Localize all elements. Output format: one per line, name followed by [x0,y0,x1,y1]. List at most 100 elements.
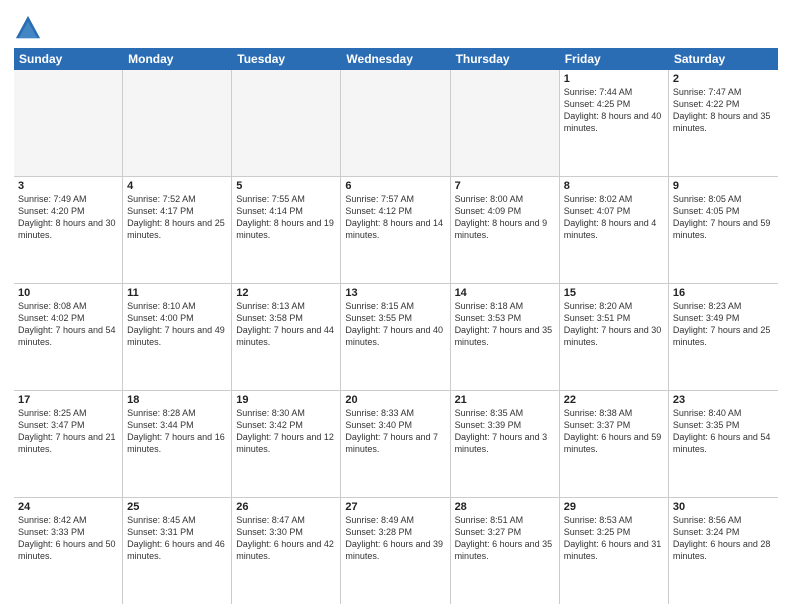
cell-info: Sunrise: 8:45 AM Sunset: 3:31 PM Dayligh… [127,514,227,563]
calendar-header-cell: Sunday [14,48,123,70]
calendar-cell: 18Sunrise: 8:28 AM Sunset: 3:44 PM Dayli… [123,391,232,497]
calendar-week: 24Sunrise: 8:42 AM Sunset: 3:33 PM Dayli… [14,498,778,604]
day-number: 28 [455,501,555,513]
day-number: 29 [564,501,664,513]
day-number: 12 [236,287,336,299]
calendar-cell-empty [451,70,560,176]
calendar: SundayMondayTuesdayWednesdayThursdayFrid… [14,48,778,604]
cell-info: Sunrise: 7:49 AM Sunset: 4:20 PM Dayligh… [18,193,118,242]
logo-icon [14,14,42,42]
day-number: 6 [345,180,445,192]
cell-info: Sunrise: 8:02 AM Sunset: 4:07 PM Dayligh… [564,193,664,242]
calendar-cell: 9Sunrise: 8:05 AM Sunset: 4:05 PM Daylig… [669,177,778,283]
calendar-cell: 20Sunrise: 8:33 AM Sunset: 3:40 PM Dayli… [341,391,450,497]
calendar-header-cell: Saturday [669,48,778,70]
calendar-cell: 6Sunrise: 7:57 AM Sunset: 4:12 PM Daylig… [341,177,450,283]
calendar-cell: 19Sunrise: 8:30 AM Sunset: 3:42 PM Dayli… [232,391,341,497]
day-number: 7 [455,180,555,192]
cell-info: Sunrise: 7:52 AM Sunset: 4:17 PM Dayligh… [127,193,227,242]
calendar-header-cell: Tuesday [232,48,341,70]
calendar-cell-empty [341,70,450,176]
day-number: 26 [236,501,336,513]
day-number: 24 [18,501,118,513]
calendar-cell: 16Sunrise: 8:23 AM Sunset: 3:49 PM Dayli… [669,284,778,390]
day-number: 5 [236,180,336,192]
cell-info: Sunrise: 8:20 AM Sunset: 3:51 PM Dayligh… [564,300,664,349]
cell-info: Sunrise: 8:49 AM Sunset: 3:28 PM Dayligh… [345,514,445,563]
calendar-cell: 7Sunrise: 8:00 AM Sunset: 4:09 PM Daylig… [451,177,560,283]
cell-info: Sunrise: 8:10 AM Sunset: 4:00 PM Dayligh… [127,300,227,349]
day-number: 9 [673,180,774,192]
day-number: 27 [345,501,445,513]
day-number: 25 [127,501,227,513]
cell-info: Sunrise: 8:23 AM Sunset: 3:49 PM Dayligh… [673,300,774,349]
day-number: 10 [18,287,118,299]
calendar-cell: 10Sunrise: 8:08 AM Sunset: 4:02 PM Dayli… [14,284,123,390]
cell-info: Sunrise: 8:08 AM Sunset: 4:02 PM Dayligh… [18,300,118,349]
calendar-cell: 28Sunrise: 8:51 AM Sunset: 3:27 PM Dayli… [451,498,560,604]
calendar-cell: 1Sunrise: 7:44 AM Sunset: 4:25 PM Daylig… [560,70,669,176]
day-number: 30 [673,501,774,513]
cell-info: Sunrise: 8:15 AM Sunset: 3:55 PM Dayligh… [345,300,445,349]
day-number: 13 [345,287,445,299]
cell-info: Sunrise: 7:55 AM Sunset: 4:14 PM Dayligh… [236,193,336,242]
calendar-header-cell: Thursday [451,48,560,70]
calendar-cell: 23Sunrise: 8:40 AM Sunset: 3:35 PM Dayli… [669,391,778,497]
cell-info: Sunrise: 8:30 AM Sunset: 3:42 PM Dayligh… [236,407,336,456]
calendar-cell-empty [123,70,232,176]
day-number: 3 [18,180,118,192]
cell-info: Sunrise: 8:47 AM Sunset: 3:30 PM Dayligh… [236,514,336,563]
calendar-header-cell: Friday [560,48,669,70]
calendar-cell: 14Sunrise: 8:18 AM Sunset: 3:53 PM Dayli… [451,284,560,390]
cell-info: Sunrise: 8:42 AM Sunset: 3:33 PM Dayligh… [18,514,118,563]
day-number: 4 [127,180,227,192]
day-number: 23 [673,394,774,406]
calendar-week: 17Sunrise: 8:25 AM Sunset: 3:47 PM Dayli… [14,391,778,498]
calendar-cell: 27Sunrise: 8:49 AM Sunset: 3:28 PM Dayli… [341,498,450,604]
day-number: 11 [127,287,227,299]
cell-info: Sunrise: 8:35 AM Sunset: 3:39 PM Dayligh… [455,407,555,456]
calendar-header-cell: Monday [123,48,232,70]
day-number: 16 [673,287,774,299]
day-number: 1 [564,73,664,85]
cell-info: Sunrise: 8:33 AM Sunset: 3:40 PM Dayligh… [345,407,445,456]
cell-info: Sunrise: 8:53 AM Sunset: 3:25 PM Dayligh… [564,514,664,563]
cell-info: Sunrise: 8:00 AM Sunset: 4:09 PM Dayligh… [455,193,555,242]
calendar-cell: 24Sunrise: 8:42 AM Sunset: 3:33 PM Dayli… [14,498,123,604]
calendar-cell: 30Sunrise: 8:56 AM Sunset: 3:24 PM Dayli… [669,498,778,604]
day-number: 15 [564,287,664,299]
calendar-cell: 13Sunrise: 8:15 AM Sunset: 3:55 PM Dayli… [341,284,450,390]
calendar-week: 10Sunrise: 8:08 AM Sunset: 4:02 PM Dayli… [14,284,778,391]
calendar-cell: 17Sunrise: 8:25 AM Sunset: 3:47 PM Dayli… [14,391,123,497]
calendar-cell: 11Sunrise: 8:10 AM Sunset: 4:00 PM Dayli… [123,284,232,390]
calendar-body: 1Sunrise: 7:44 AM Sunset: 4:25 PM Daylig… [14,70,778,604]
calendar-cell-empty [14,70,123,176]
calendar-cell: 8Sunrise: 8:02 AM Sunset: 4:07 PM Daylig… [560,177,669,283]
day-number: 20 [345,394,445,406]
calendar-cell: 15Sunrise: 8:20 AM Sunset: 3:51 PM Dayli… [560,284,669,390]
calendar-cell: 22Sunrise: 8:38 AM Sunset: 3:37 PM Dayli… [560,391,669,497]
calendar-cell: 12Sunrise: 8:13 AM Sunset: 3:58 PM Dayli… [232,284,341,390]
day-number: 8 [564,180,664,192]
cell-info: Sunrise: 7:44 AM Sunset: 4:25 PM Dayligh… [564,86,664,135]
calendar-cell-empty [232,70,341,176]
cell-info: Sunrise: 8:25 AM Sunset: 3:47 PM Dayligh… [18,407,118,456]
cell-info: Sunrise: 8:40 AM Sunset: 3:35 PM Dayligh… [673,407,774,456]
cell-info: Sunrise: 8:05 AM Sunset: 4:05 PM Dayligh… [673,193,774,242]
calendar-week: 1Sunrise: 7:44 AM Sunset: 4:25 PM Daylig… [14,70,778,177]
day-number: 21 [455,394,555,406]
calendar-cell: 29Sunrise: 8:53 AM Sunset: 3:25 PM Dayli… [560,498,669,604]
day-number: 2 [673,73,774,85]
cell-info: Sunrise: 7:57 AM Sunset: 4:12 PM Dayligh… [345,193,445,242]
cell-info: Sunrise: 7:47 AM Sunset: 4:22 PM Dayligh… [673,86,774,135]
cell-info: Sunrise: 8:13 AM Sunset: 3:58 PM Dayligh… [236,300,336,349]
page: SundayMondayTuesdayWednesdayThursdayFrid… [0,0,792,612]
calendar-header-cell: Wednesday [341,48,450,70]
calendar-cell: 4Sunrise: 7:52 AM Sunset: 4:17 PM Daylig… [123,177,232,283]
day-number: 17 [18,394,118,406]
cell-info: Sunrise: 8:18 AM Sunset: 3:53 PM Dayligh… [455,300,555,349]
day-number: 22 [564,394,664,406]
logo [14,14,46,42]
calendar-header-row: SundayMondayTuesdayWednesdayThursdayFrid… [14,48,778,70]
cell-info: Sunrise: 8:38 AM Sunset: 3:37 PM Dayligh… [564,407,664,456]
